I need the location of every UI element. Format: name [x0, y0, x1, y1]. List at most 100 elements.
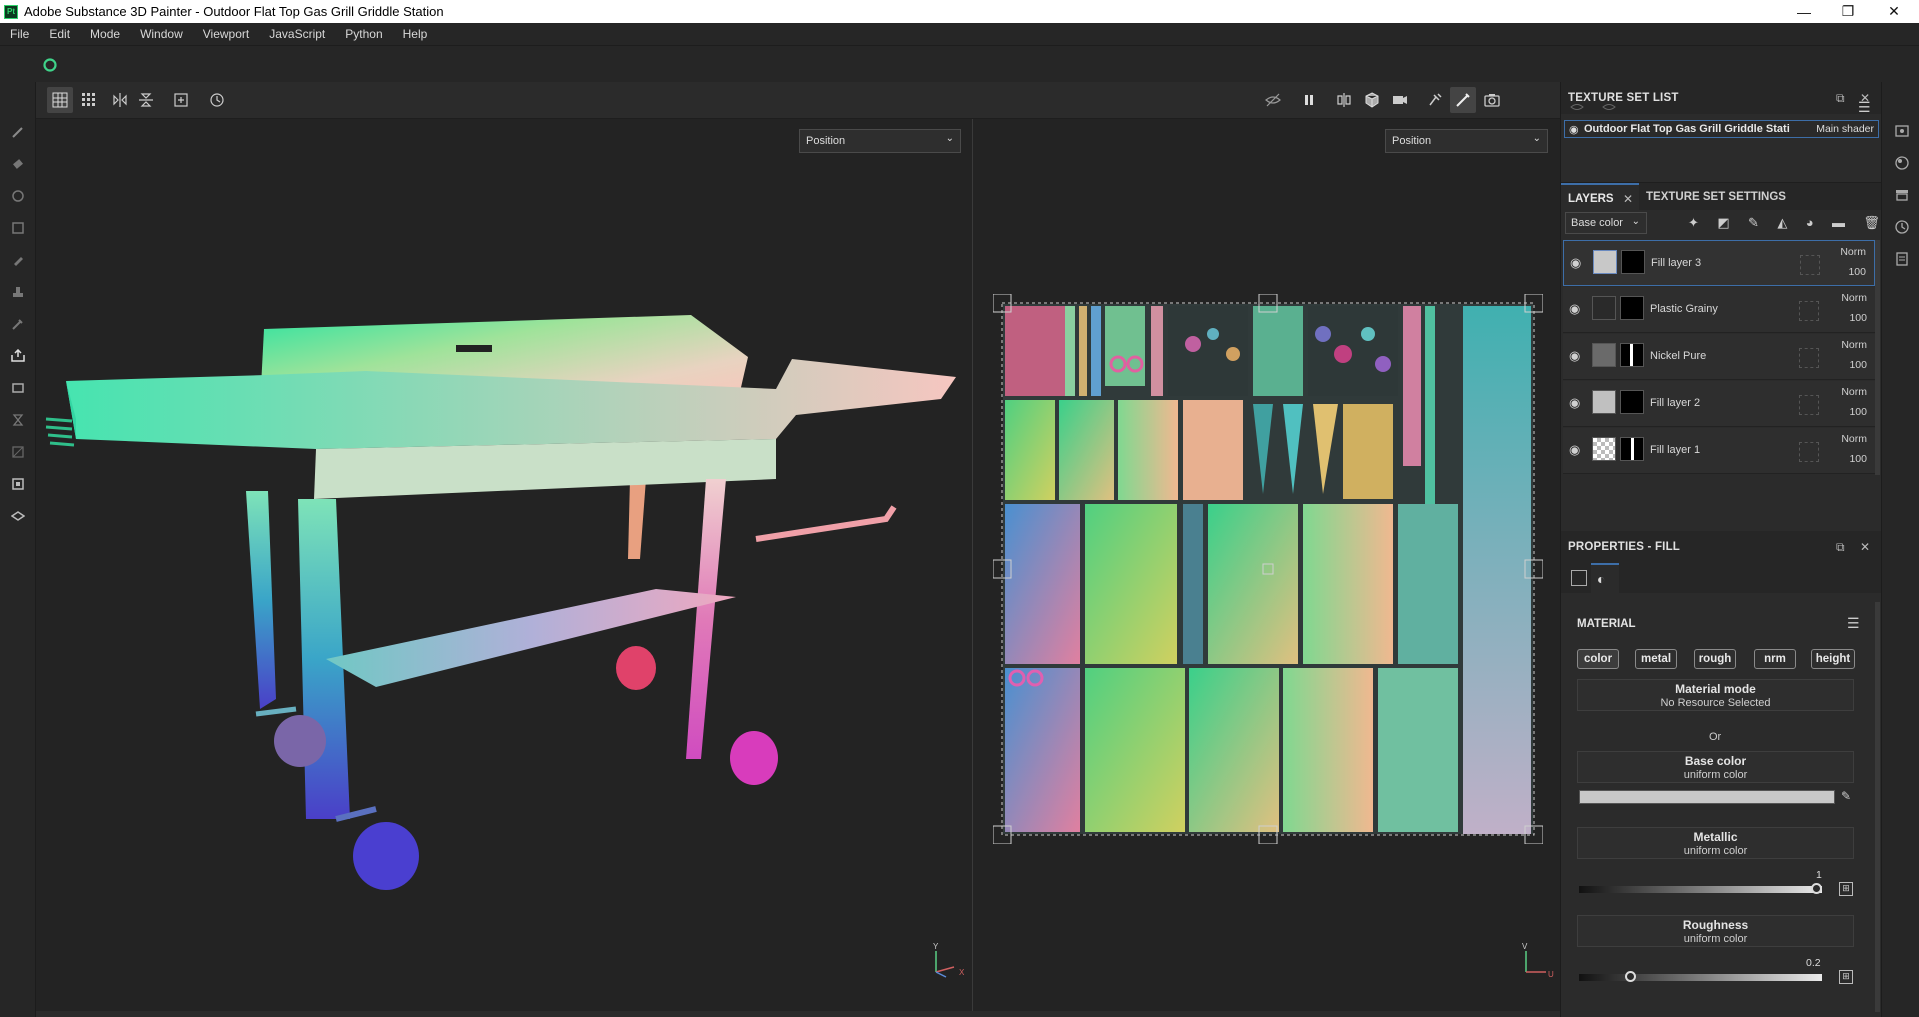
- log-icon[interactable]: [1893, 250, 1911, 268]
- display-settings-icon[interactable]: [8, 474, 28, 494]
- mask-slot[interactable]: [1799, 348, 1819, 368]
- history-icon[interactable]: [204, 87, 230, 113]
- display-settings-icon[interactable]: [1893, 154, 1911, 172]
- viewport-3d[interactable]: Position ⌄ Y X: [36, 119, 972, 1011]
- viewport-2d[interactable]: Position ⌄ V U: [973, 119, 1560, 1011]
- bake-export-icon[interactable]: [8, 346, 28, 366]
- split-view-icon[interactable]: [1331, 87, 1357, 113]
- paint-mode-icon[interactable]: [1450, 87, 1476, 113]
- close-window-button[interactable]: ✕: [1872, 0, 1916, 23]
- tab-layers[interactable]: LAYERS ✕: [1561, 183, 1639, 211]
- close-panel-icon[interactable]: ✕: [1860, 540, 1870, 554]
- smart-material-icon[interactable]: ◕: [1806, 215, 1814, 233]
- eye-icon[interactable]: ◉: [1569, 301, 1580, 317]
- menu-help[interactable]: Help: [393, 27, 438, 41]
- eye-icon[interactable]: ◉: [1569, 348, 1580, 364]
- add-folder-icon[interactable]: ▬: [1832, 215, 1845, 233]
- properties-scrollbar[interactable]: [1875, 602, 1880, 1012]
- material-mode-slot[interactable]: Material mode No Resource Selected: [1577, 679, 1854, 711]
- clone-stamp-icon[interactable]: [8, 282, 28, 302]
- paint-brush-icon[interactable]: [8, 122, 28, 142]
- opacity-value[interactable]: 100: [1848, 266, 1866, 278]
- viewer-settings-icon[interactable]: [8, 506, 28, 526]
- pause-icon[interactable]: [1296, 87, 1322, 113]
- shelf-icon[interactable]: [1893, 186, 1911, 204]
- roughness-slider[interactable]: [1579, 971, 1822, 982]
- channel-nrm-button[interactable]: nrm: [1754, 649, 1796, 669]
- metallic-slider[interactable]: [1579, 883, 1822, 894]
- material-menu-icon[interactable]: ☰: [1847, 615, 1860, 632]
- blend-mode-dropdown[interactable]: Norm: [1841, 339, 1867, 351]
- eyedropper-icon[interactable]: ✎: [1841, 789, 1851, 803]
- viewport-2d-channel-dropdown[interactable]: Position ⌄: [1385, 129, 1548, 153]
- menu-file[interactable]: File: [0, 27, 39, 41]
- maximize-button[interactable]: ❐: [1826, 0, 1870, 23]
- opacity-value[interactable]: 100: [1849, 312, 1867, 324]
- mirror-y-icon[interactable]: [133, 87, 159, 113]
- symmetry-tool-icon[interactable]: [1422, 87, 1448, 113]
- blend-mode-dropdown[interactable]: Norm: [1841, 292, 1867, 304]
- eye-icon[interactable]: ◉: [1569, 395, 1580, 411]
- settings-tab-icon[interactable]: [1571, 570, 1587, 586]
- eraser-icon[interactable]: [8, 154, 28, 174]
- add-frame-icon[interactable]: [168, 87, 194, 113]
- tab-texture-set-settings[interactable]: TEXTURE SET SETTINGS: [1646, 191, 1786, 203]
- opacity-value[interactable]: 100: [1849, 359, 1867, 371]
- metallic-slider-handle[interactable]: [1811, 883, 1822, 894]
- sync-status-icon[interactable]: [42, 57, 58, 73]
- mask-slot[interactable]: [1799, 301, 1819, 321]
- float-panel-icon[interactable]: ⧉: [1836, 91, 1845, 106]
- channel-rough-button[interactable]: rough: [1694, 649, 1736, 669]
- texture-slot-icon[interactable]: ⊞: [1839, 970, 1853, 984]
- menu-python[interactable]: Python: [335, 27, 392, 41]
- channel-color-button[interactable]: color: [1577, 649, 1619, 669]
- bake-icon[interactable]: [8, 410, 28, 430]
- float-panel-icon[interactable]: ⧉: [1836, 540, 1845, 555]
- grid-tiles-icon[interactable]: [76, 87, 102, 113]
- eye-icon[interactable]: ◉: [1569, 442, 1580, 458]
- minimize-button[interactable]: —: [1782, 0, 1826, 23]
- menu-mode[interactable]: Mode: [80, 27, 130, 41]
- add-mask-icon[interactable]: ◩: [1717, 215, 1729, 233]
- blend-mode-dropdown[interactable]: Norm: [1840, 246, 1866, 258]
- metallic-slot[interactable]: Metallic uniform color: [1577, 827, 1854, 859]
- metallic-value[interactable]: 1: [1816, 869, 1822, 881]
- visibility-toggle-icons[interactable]: [1569, 100, 1629, 114]
- texture-set-item[interactable]: ◉ Outdoor Flat Top Gas Grill Griddle Sta…: [1564, 120, 1879, 138]
- layer-row[interactable]: ◉ Plastic Grainy Norm 100: [1563, 287, 1875, 333]
- texture-set-list-icon[interactable]: [1893, 122, 1911, 140]
- mask-slot[interactable]: [1799, 395, 1819, 415]
- material-tab[interactable]: ◐: [1591, 563, 1619, 593]
- smudge-icon[interactable]: [8, 250, 28, 270]
- camera-icon[interactable]: [1387, 87, 1413, 113]
- opacity-value[interactable]: 100: [1849, 406, 1867, 418]
- hamburger-menu-icon[interactable]: ☰: [1858, 99, 1871, 116]
- roughness-slot[interactable]: Roughness uniform color: [1577, 915, 1854, 947]
- channel-dropdown[interactable]: Base color ⌄: [1565, 212, 1647, 234]
- screenshot-icon[interactable]: [1479, 87, 1505, 113]
- base-color-swatch[interactable]: [1579, 790, 1835, 804]
- layer-row[interactable]: ◉ Fill layer 3 Norm 100: [1563, 240, 1875, 286]
- base-color-slot[interactable]: Base color uniform color: [1577, 751, 1854, 783]
- add-paint-layer-icon[interactable]: ✎: [1748, 215, 1759, 233]
- eye-icon[interactable]: ◉: [1570, 255, 1581, 271]
- display-mode-cube-icon[interactable]: [1359, 87, 1385, 113]
- menu-viewport[interactable]: Viewport: [193, 27, 259, 41]
- mask-slot[interactable]: [1799, 442, 1819, 462]
- blend-mode-dropdown[interactable]: Norm: [1841, 433, 1867, 445]
- delete-layer-icon[interactable]: 🗑: [1863, 215, 1880, 233]
- mask-icon[interactable]: [8, 442, 28, 462]
- layers-scrollbar[interactable]: [1875, 240, 1880, 475]
- blend-mode-dropdown[interactable]: Norm: [1841, 386, 1867, 398]
- projection-icon[interactable]: [8, 186, 28, 206]
- roughness-slider-handle[interactable]: [1625, 971, 1637, 982]
- menu-edit[interactable]: Edit: [39, 27, 80, 41]
- roughness-value[interactable]: 0.2: [1806, 957, 1821, 969]
- add-effect-icon[interactable]: ✦: [1688, 215, 1699, 233]
- color-picker-icon[interactable]: [8, 314, 28, 334]
- uv-grid-icon[interactable]: [47, 87, 73, 113]
- opacity-value[interactable]: 100: [1849, 453, 1867, 465]
- channel-height-button[interactable]: height: [1811, 649, 1855, 669]
- eye-icon[interactable]: ◉: [1569, 123, 1579, 136]
- close-tab-icon[interactable]: ✕: [1623, 192, 1633, 206]
